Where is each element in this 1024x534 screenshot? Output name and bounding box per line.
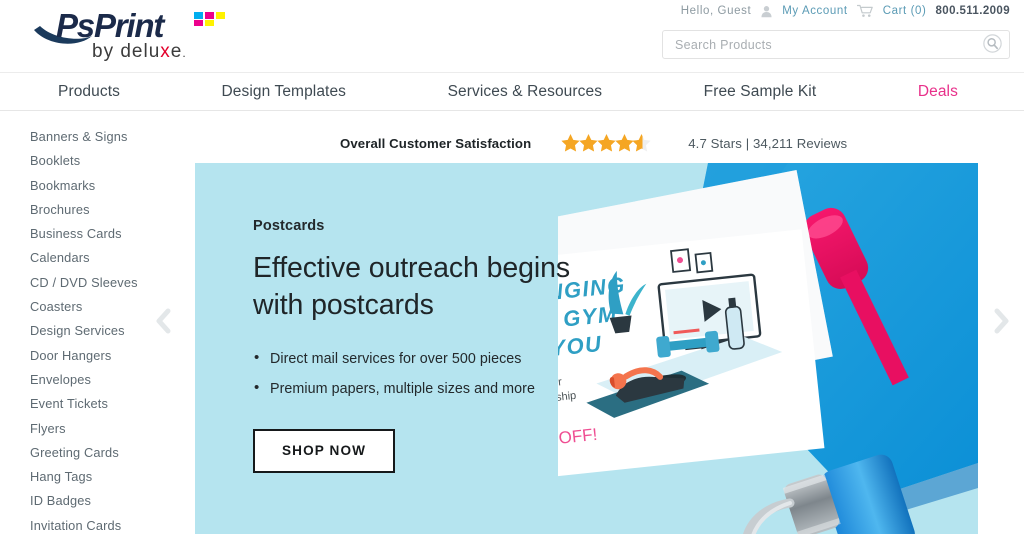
sidebar-item-event-tickets[interactable]: Event Tickets bbox=[0, 392, 195, 416]
stars-icon bbox=[561, 134, 651, 152]
sidebar-item-bookmarks[interactable]: Bookmarks bbox=[0, 174, 195, 198]
sidebar-item-calendars[interactable]: Calendars bbox=[0, 246, 195, 270]
main-navigation: Products Design Templates Services & Res… bbox=[0, 72, 1024, 111]
search-bar[interactable] bbox=[662, 30, 1010, 59]
cart-link[interactable]: Cart (0) bbox=[883, 5, 927, 17]
star-rating bbox=[561, 133, 651, 153]
sidebar-item-door-hangers[interactable]: Door Hangers bbox=[0, 344, 195, 368]
header-utility-bar: Hello, Guest My Account Cart (0) 800.511… bbox=[681, 4, 1010, 18]
search-icon bbox=[982, 33, 1002, 56]
person-icon bbox=[760, 5, 773, 18]
hero-eyebrow: Postcards bbox=[253, 218, 325, 234]
hero-title: Effective outreach begins with postcards bbox=[253, 252, 571, 321]
nav-items-container: Products Design Templates Services & Res… bbox=[0, 83, 1024, 101]
nav-item-services-resources[interactable]: Services & Resources bbox=[448, 83, 602, 101]
sidebar-item-booklets[interactable]: Booklets bbox=[0, 149, 195, 173]
site-logo[interactable]: PsPrint by deluxe. bbox=[26, 4, 236, 64]
hero-copy: Postcards Effective outreach begins with… bbox=[253, 218, 593, 473]
phone-number: 800.511.2009 bbox=[935, 5, 1010, 17]
sidebar-item-id-badges[interactable]: ID Badges bbox=[0, 489, 195, 513]
sidebar-item-hang-tags[interactable]: Hang Tags bbox=[0, 465, 195, 489]
carousel-prev-button[interactable] bbox=[149, 303, 179, 343]
nav-item-deals[interactable]: Deals bbox=[918, 83, 958, 101]
greeting-text: Hello, Guest bbox=[680, 5, 752, 17]
my-account-link[interactable]: My Account bbox=[782, 5, 847, 17]
hero-product-photo: BRING BRINGING THE GYM TO YOU Start your… bbox=[558, 163, 978, 534]
nav-item-free-sample-kit[interactable]: Free Sample Kit bbox=[704, 83, 817, 101]
svg-text:by deluxe.: by deluxe. bbox=[92, 41, 187, 62]
sidebar-item-business-cards[interactable]: Business Cards bbox=[0, 222, 195, 246]
sidebar-item-cd-dvd-sleeves[interactable]: CD / DVD Sleeves bbox=[0, 271, 195, 295]
carousel-next-button[interactable] bbox=[986, 303, 1016, 343]
search-button[interactable] bbox=[975, 31, 1009, 58]
sidebar-item-flyers[interactable]: Flyers bbox=[0, 417, 195, 441]
cart-icon[interactable] bbox=[856, 4, 874, 18]
sidebar-item-brochures[interactable]: Brochures bbox=[0, 198, 195, 222]
hero-bullet-list: Direct mail services for over 500 pieces… bbox=[253, 343, 593, 404]
customer-satisfaction-bar: Overall Customer Satisfaction 4.7 Stars … bbox=[195, 123, 978, 163]
body-area: Banners & Signs Booklets Bookmarks Broch… bbox=[0, 111, 1024, 534]
sidebar-item-greeting-cards[interactable]: Greeting Cards bbox=[0, 441, 195, 465]
satisfaction-label: Overall Customer Satisfaction bbox=[340, 135, 532, 151]
rating-summary: 4.7 Stars | 34,211 Reviews bbox=[688, 135, 848, 151]
hero-banner: BRING BRINGING THE GYM TO YOU Start your… bbox=[195, 163, 978, 534]
sidebar-item-banners-signs[interactable]: Banners & Signs bbox=[0, 125, 195, 149]
nav-item-products[interactable]: Products bbox=[58, 83, 120, 101]
page-root: PsPrint by deluxe. Hello, Guest My Accou… bbox=[0, 0, 1024, 534]
sidebar-item-invitation-cards[interactable]: Invitation Cards bbox=[0, 514, 195, 534]
hero-bullet-item: Premium papers, multiple sizes and more bbox=[253, 373, 593, 404]
nav-item-design-templates[interactable]: Design Templates bbox=[222, 83, 347, 101]
hero-bullet-item: Direct mail services for over 500 pieces bbox=[253, 343, 593, 374]
psprint-logo-mark: PsPrint by deluxe. bbox=[34, 7, 225, 62]
sidebar-item-envelopes[interactable]: Envelopes bbox=[0, 368, 195, 392]
chevron-right-icon bbox=[993, 308, 1009, 337]
search-input[interactable] bbox=[663, 31, 975, 58]
site-header: PsPrint by deluxe. Hello, Guest My Accou… bbox=[0, 0, 1024, 72]
chevron-left-icon bbox=[156, 308, 172, 337]
gym-postcard-photo: BRING BRINGING THE GYM TO YOU Start your… bbox=[558, 163, 978, 534]
shop-now-button[interactable]: SHOP NOW bbox=[253, 429, 396, 473]
svg-text:PsPrint: PsPrint bbox=[56, 7, 166, 44]
